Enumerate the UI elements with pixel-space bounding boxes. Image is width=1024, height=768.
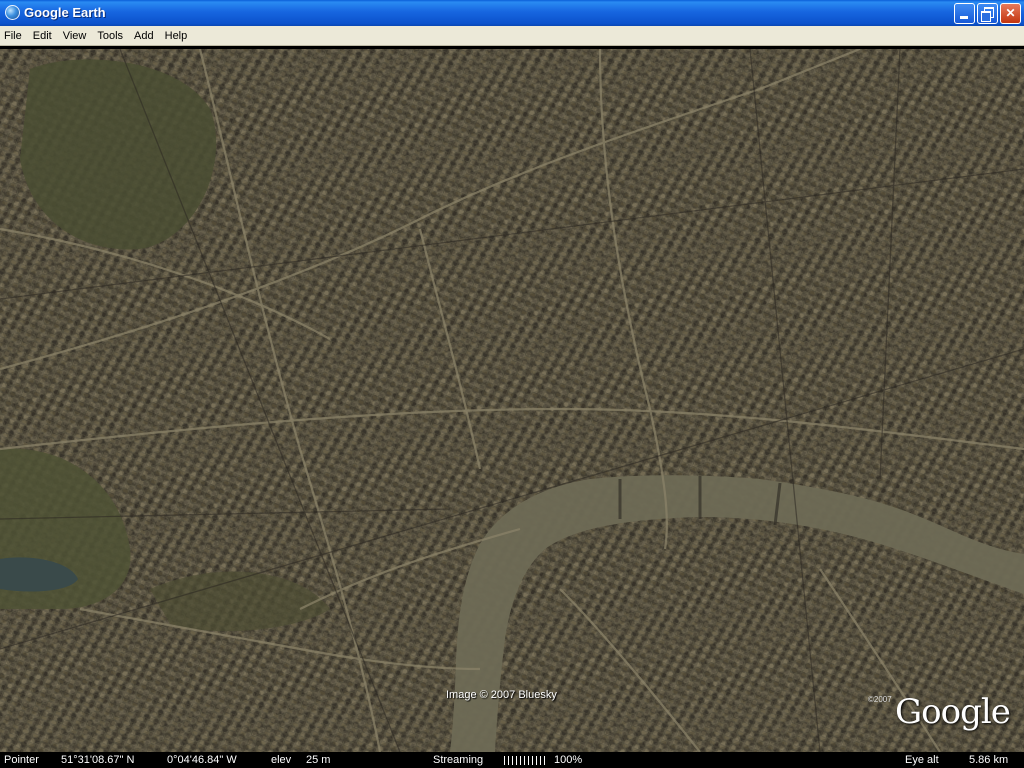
google-logo: Google (895, 692, 1011, 732)
eye-altitude-label: Eye alt (905, 754, 939, 766)
streaming-label: Streaming (433, 754, 484, 766)
elevation-label: elev (271, 754, 292, 766)
streaming-progress-bar (504, 756, 548, 765)
minimize-icon (960, 16, 968, 19)
pointer-label: Pointer (4, 754, 39, 766)
eye-altitude-value: 5.86 km (969, 754, 1009, 766)
earth-view[interactable]: Image © 2007 Bluesky ©2007 Google (0, 49, 1024, 752)
pointer-latitude: 51°31'08.67" N (61, 754, 135, 766)
streaming-percent: 100% (554, 754, 583, 766)
elevation-value: 25 m (306, 754, 331, 766)
title-bar: Google Earth ✕ (0, 0, 1024, 26)
status-bar: Pointer 51°31'08.67" N 0°04'46.84" W ele… (0, 752, 1024, 768)
logo-copyright: ©2007 (868, 695, 892, 704)
minimize-button[interactable] (954, 3, 975, 24)
pointer-longitude: 0°04'46.84" W (167, 754, 237, 766)
satellite-imagery (0, 49, 1024, 752)
google-earth-icon (5, 5, 20, 20)
menu-tools[interactable]: Tools (92, 30, 129, 42)
menu-help[interactable]: Help (160, 30, 194, 42)
window-title: Google Earth (24, 5, 106, 20)
menu-bar: File Edit View Tools Add Help (0, 26, 1024, 46)
menu-file[interactable]: File (0, 30, 28, 42)
menu-edit[interactable]: Edit (28, 30, 58, 42)
close-button[interactable]: ✕ (1000, 3, 1021, 24)
maximize-button[interactable] (977, 3, 998, 24)
imagery-attribution: Image © 2007 Bluesky (446, 689, 557, 701)
menu-view[interactable]: View (58, 30, 93, 42)
menu-add[interactable]: Add (129, 30, 160, 42)
